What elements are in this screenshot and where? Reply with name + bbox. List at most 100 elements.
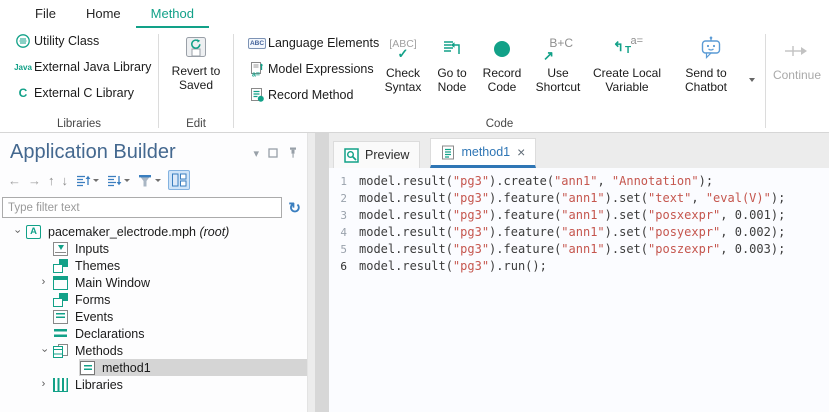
continue-label: Continue bbox=[773, 68, 821, 82]
tree-item-inputs[interactable]: Inputs bbox=[0, 240, 307, 257]
code-text: model.result("pg3").run(); bbox=[359, 258, 547, 275]
revert-to-saved-button[interactable]: Revert to Saved bbox=[159, 28, 233, 92]
line-number: 1 bbox=[329, 173, 347, 190]
float-window-icon[interactable] bbox=[268, 148, 278, 160]
tab-file[interactable]: File bbox=[20, 0, 71, 28]
ribbon-group-continue: Continue bbox=[766, 28, 828, 132]
window-icon bbox=[53, 276, 68, 290]
filter-input[interactable] bbox=[2, 197, 282, 218]
tree-item-events[interactable]: Events bbox=[0, 308, 307, 325]
move-up-icon[interactable]: ↑ bbox=[48, 173, 55, 188]
record-code-label: Record Code bbox=[477, 66, 527, 94]
external-java-library-label: External Java Library bbox=[34, 60, 151, 74]
refresh-icon[interactable]: ↻ bbox=[288, 199, 301, 217]
panel-menu-chevron-icon[interactable]: ▾ bbox=[253, 149, 259, 159]
tab-method[interactable]: Method bbox=[136, 0, 209, 28]
tree-item-main-window[interactable]: ›Main Window bbox=[0, 274, 307, 291]
ribbon-group-edit: Revert to Saved Edit bbox=[159, 28, 233, 132]
tab-home[interactable]: Home bbox=[71, 0, 136, 28]
tree-item-label: Inputs bbox=[75, 242, 109, 256]
record-code-button[interactable]: Record Code bbox=[477, 30, 527, 132]
main-area: Application Builder ▾ ← → ↑ ↓ bbox=[0, 133, 829, 412]
language-elements-icon: ABC bbox=[246, 38, 268, 49]
record-method-icon bbox=[246, 87, 268, 103]
tree-item-method1[interactable]: method1 bbox=[0, 359, 307, 376]
go-to-node-button[interactable]: Go to Node bbox=[429, 30, 475, 132]
code-big-buttons: [ABC]✓ Check Syntax Go to Node Record Co… bbox=[379, 28, 755, 132]
continue-button[interactable]: Continue bbox=[766, 32, 828, 82]
go-to-node-label: Go to Node bbox=[429, 66, 475, 94]
external-java-library-button[interactable]: Java External Java Library bbox=[0, 54, 158, 80]
code-text: model.result("pg3").feature("ann1").set(… bbox=[359, 241, 785, 258]
svg-text:a=: a= bbox=[252, 72, 260, 78]
send-to-chatbot-button[interactable]: Send to Chatbot bbox=[667, 30, 755, 132]
tab-preview[interactable]: Preview bbox=[333, 141, 420, 168]
send-to-chatbot-label: Send to Chatbot bbox=[667, 66, 755, 94]
tree-item-label: Events bbox=[75, 310, 113, 324]
tree-item-forms[interactable]: Forms bbox=[0, 291, 307, 308]
utility-class-icon bbox=[12, 33, 34, 49]
code-line-6: 6model.result("pg3").run(); bbox=[329, 258, 829, 275]
go-to-node-icon bbox=[440, 34, 464, 64]
expand-list-button[interactable] bbox=[106, 172, 130, 188]
editor-tab-bar: Preview method1 × bbox=[329, 133, 829, 168]
record-method-button[interactable]: Record Method bbox=[234, 82, 379, 108]
approot-icon bbox=[26, 225, 41, 239]
line-number: 4 bbox=[329, 224, 347, 241]
c-icon: C bbox=[12, 86, 34, 100]
tab-method1[interactable]: method1 × bbox=[430, 138, 536, 168]
back-arrow-icon[interactable]: ← bbox=[8, 173, 21, 188]
utility-class-button[interactable]: Utility Class bbox=[0, 28, 158, 54]
check-syntax-icon: [ABC]✓ bbox=[389, 34, 416, 64]
preview-magnifier-icon bbox=[344, 148, 359, 163]
tree-expander-icon[interactable]: › bbox=[35, 376, 52, 393]
line-number: 5 bbox=[329, 241, 347, 258]
tree-expander-icon[interactable]: › bbox=[35, 274, 52, 291]
external-c-library-button[interactable]: C External C Library bbox=[0, 80, 158, 106]
close-icon[interactable]: × bbox=[517, 146, 525, 158]
move-down-icon[interactable]: ↓ bbox=[62, 173, 69, 188]
tree-item-themes[interactable]: Themes bbox=[0, 257, 307, 274]
code-group-label: Code bbox=[234, 118, 765, 130]
filter-button[interactable] bbox=[137, 173, 161, 188]
tree-item-methods[interactable]: ›Methods bbox=[0, 342, 307, 359]
tree-item-label: method1 bbox=[102, 361, 151, 375]
record-method-label: Record Method bbox=[268, 88, 353, 102]
caret-down-icon bbox=[93, 179, 99, 182]
tree-item-libraries[interactable]: › Libraries bbox=[0, 376, 307, 393]
create-local-variable-icon: a=↰T bbox=[611, 34, 643, 64]
tree-item-declarations[interactable]: Declarations bbox=[0, 325, 307, 342]
tree-expander-icon[interactable]: › bbox=[35, 342, 52, 359]
ribbon-tab-row: File Home Method bbox=[0, 0, 829, 28]
themes-icon bbox=[53, 259, 68, 273]
caret-down-icon bbox=[155, 179, 161, 182]
create-local-variable-label: Create Local Variable bbox=[589, 66, 665, 94]
code-editor[interactable]: 1model.result("pg3").create("ann1", "Ann… bbox=[329, 168, 829, 412]
panel-toolbar: ← → ↑ ↓ bbox=[0, 164, 307, 191]
tree-expander-icon[interactable]: › bbox=[8, 223, 25, 240]
collapse-list-button[interactable] bbox=[75, 172, 99, 188]
tab-method1-label: method1 bbox=[461, 145, 510, 159]
application-builder-panel: Application Builder ▾ ← → ↑ ↓ bbox=[0, 133, 308, 412]
check-syntax-button[interactable]: [ABC]✓ Check Syntax bbox=[379, 30, 427, 132]
language-elements-button[interactable]: ABC Language Elements bbox=[234, 30, 379, 56]
forward-arrow-icon[interactable]: → bbox=[28, 173, 41, 188]
tree-item-label: Libraries bbox=[75, 378, 123, 392]
methods-icon bbox=[53, 344, 68, 358]
show-report-toggle[interactable] bbox=[168, 170, 190, 190]
use-shortcut-button[interactable]: B+C↗ Use Shortcut bbox=[529, 30, 587, 132]
panel-splitter[interactable] bbox=[308, 133, 329, 412]
inputs-icon bbox=[53, 242, 68, 256]
external-c-library-label: External C Library bbox=[34, 86, 134, 100]
tree-item-pacemaker-electrode-mph[interactable]: › pacemaker_electrode.mph (root) bbox=[0, 223, 307, 240]
create-local-variable-button[interactable]: a=↰T Create Local Variable bbox=[589, 30, 665, 132]
events-icon bbox=[53, 310, 68, 324]
tree-item-label: pacemaker_electrode.mph (root) bbox=[48, 225, 229, 239]
method-icon bbox=[80, 361, 95, 375]
java-icon: Java bbox=[12, 63, 34, 72]
pin-icon[interactable] bbox=[287, 146, 299, 161]
code-text: model.result("pg3").feature("ann1").set(… bbox=[359, 224, 785, 241]
use-shortcut-icon: B+C↗ bbox=[543, 34, 573, 64]
model-expressions-button[interactable]: a= Model Expressions bbox=[234, 56, 379, 82]
chatbot-icon bbox=[698, 34, 724, 64]
